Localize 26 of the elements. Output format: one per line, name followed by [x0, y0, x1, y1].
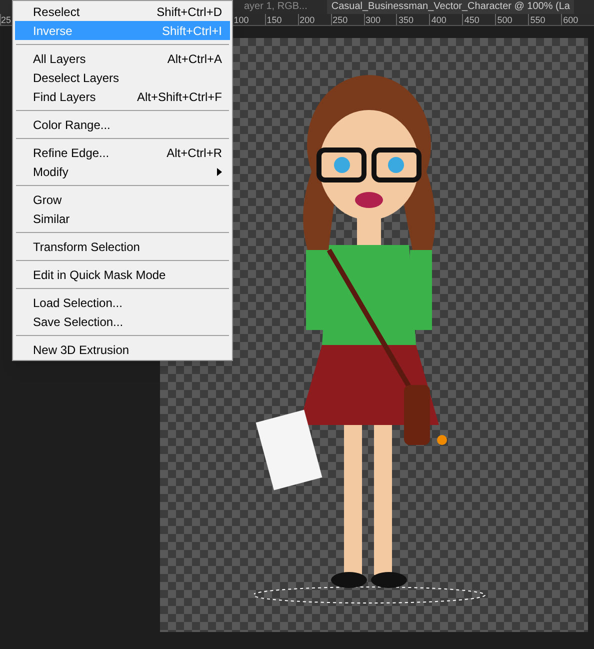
menu-item[interactable]: Transform Selection [15, 237, 230, 256]
ruler-label: 600 [561, 14, 594, 25]
menu-item[interactable]: All Layers Alt+Ctrl+A [15, 49, 230, 68]
ruler-label: 250 [330, 14, 364, 25]
menu-item[interactable]: Color Range... [15, 115, 230, 134]
ruler-label: 550 [528, 14, 562, 25]
document-tab[interactable]: Casual_Businessman_Vector_Character @ 100% (La [327, 0, 574, 14]
menu-item[interactable]: Modify [15, 162, 230, 181]
menu-item[interactable]: Edit in Quick Mask Mode [15, 265, 230, 284]
ruler-label: 450 [462, 14, 496, 25]
menu-item[interactable]: Refine Edge... Alt+Ctrl+R [15, 143, 230, 162]
ruler-label: 500 [495, 14, 528, 25]
submenu-arrow-icon [217, 168, 222, 176]
menu-item[interactable]: Find Layers Alt+Shift+Ctrl+F [15, 87, 230, 106]
ruler-label: 300 [364, 14, 396, 25]
menu-item[interactable]: Similar [15, 209, 230, 228]
ruler-label: 350 [396, 14, 430, 25]
menu-item[interactable]: Save Selection... [15, 312, 230, 331]
menu-item[interactable]: Load Selection... [15, 293, 230, 312]
ruler-label: 400 [429, 14, 462, 25]
menu-item[interactable]: New 3D Extrusion [15, 340, 230, 359]
menu-item[interactable]: Grow [15, 190, 230, 209]
document-tab[interactable]: ayer 1, RGB... [240, 0, 312, 14]
ruler-label: 200 [298, 14, 331, 25]
menu-item[interactable]: Deselect Layers [15, 68, 230, 87]
ruler-label: 150 [264, 14, 298, 25]
